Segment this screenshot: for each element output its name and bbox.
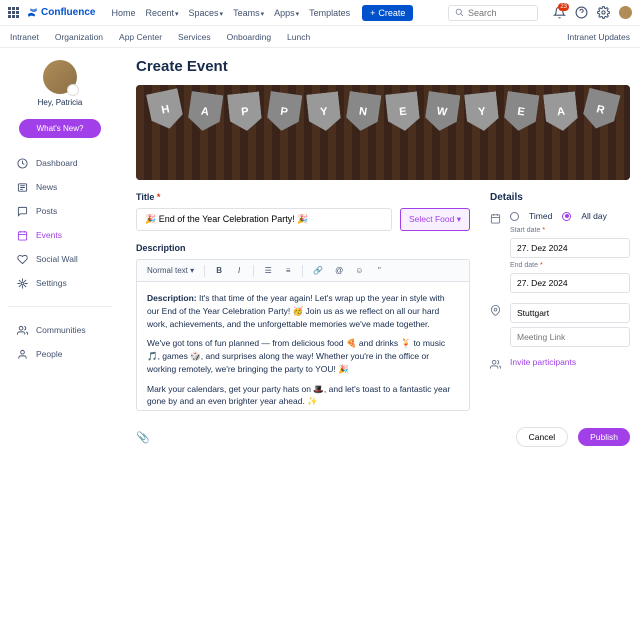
nav-teams[interactable]: Teams▾ [233,8,264,18]
subnav-intranet[interactable]: Intranet [10,32,39,42]
profile-avatar[interactable] [618,6,632,20]
nav-apps[interactable]: Apps▾ [274,8,299,18]
banner-flag: R [581,88,621,133]
subnav-services[interactable]: Services [178,32,211,42]
subnav-onboarding[interactable]: Onboarding [227,32,271,42]
start-date-input[interactable] [510,238,630,258]
participants-icon [490,359,502,371]
attachment-icon[interactable]: 📎 [136,431,150,444]
banner-flag: E [503,91,540,133]
subnav-organization[interactable]: Organization [55,32,103,42]
search-box[interactable] [448,5,538,21]
calendar-icon [490,213,502,225]
sub-nav: Intranet Organization App Center Service… [0,26,640,48]
timed-radio[interactable] [510,212,519,221]
invite-participants-link[interactable]: Invite participants [510,357,576,367]
italic-button[interactable]: I [233,264,245,277]
page-title: Create Event [136,58,630,75]
banner-flag: A [543,91,579,132]
subnav-lunch[interactable]: Lunch [287,32,310,42]
sidebar-item-posts[interactable]: Posts [8,200,112,222]
sidebar: Hey, Patricia What's New? Dashboard News… [0,48,120,623]
gear-icon[interactable] [596,6,610,20]
mention-button[interactable]: @ [333,264,345,277]
description-editor[interactable]: Description: It's that time of the year … [136,281,470,411]
nav-spaces[interactable]: Spaces▾ [189,8,224,18]
banner-flag: P [227,91,263,132]
sidebar-item-people[interactable]: People [8,343,112,365]
intranet-updates-link[interactable]: Intranet Updates [567,32,630,42]
search-icon [455,8,464,17]
banner-flag: H [146,88,185,132]
settings-icon [16,277,28,289]
communities-icon [16,324,28,336]
banner-flag: W [424,91,461,133]
numbered-list-button[interactable]: ≡ [282,264,294,277]
publish-button[interactable]: Publish [578,428,630,446]
help-icon[interactable] [574,6,588,20]
link-button[interactable]: 🔗 [311,264,325,277]
select-food-button[interactable]: Select Food ▾ [400,208,470,231]
main-content: Create Event HAPPYNEWYEAR Title * Select… [120,48,640,623]
confluence-logo[interactable]: Confluence [27,7,95,18]
events-icon [16,229,28,241]
chevron-down-icon: ▾ [457,214,461,224]
emoji-button[interactable]: ☺ [353,264,365,277]
cancel-button[interactable]: Cancel [516,427,568,447]
description-label: Description [136,243,470,253]
subnav-appcenter[interactable]: App Center [119,32,162,42]
title-label: Title * [136,192,470,202]
nav-recent[interactable]: Recent▾ [145,8,178,18]
create-button[interactable]: +Create [362,5,413,21]
banner-flag: A [187,91,224,133]
sidebar-item-dashboard[interactable]: Dashboard [8,152,112,174]
user-avatar[interactable] [43,60,77,94]
quote-button[interactable]: " [373,264,385,277]
top-bar: Confluence Home Recent▾ Spaces▾ Teams▾ A… [0,0,640,26]
sidebar-item-communities[interactable]: Communities [8,319,112,341]
whats-new-button[interactable]: What's New? [19,119,102,138]
bold-button[interactable]: B [213,264,225,277]
text-style-dropdown[interactable]: Normal text ▾ [145,264,196,277]
people-icon [16,348,28,360]
start-date-label: Start date * [510,227,630,234]
meeting-link-input[interactable] [510,327,630,347]
notifications-icon[interactable]: 23 [552,6,566,20]
banner-flag: N [345,91,382,133]
details-heading: Details [490,192,630,203]
nav-templates[interactable]: Templates [309,8,350,18]
nav-home[interactable]: Home [111,8,135,18]
sidebar-item-social[interactable]: Social Wall [8,248,112,270]
notification-badge: 23 [558,3,569,11]
app-switcher-icon[interactable] [8,7,19,18]
location-input[interactable] [510,303,630,323]
posts-icon [16,205,28,217]
end-date-input[interactable] [510,273,630,293]
form-footer: 📎 Cancel Publish [136,415,630,453]
primary-nav: Home Recent▾ Spaces▾ Teams▾ Apps▾ Templa… [111,8,350,18]
banner-flag: E [385,91,421,132]
sidebar-item-settings[interactable]: Settings [8,272,112,294]
news-icon [16,181,28,193]
social-icon [16,253,28,265]
sidebar-item-news[interactable]: News [8,176,112,198]
title-input[interactable] [136,208,392,231]
allday-radio[interactable] [562,212,571,221]
editor-toolbar: Normal text ▾ B I ☰ ≡ 🔗 @ ☺ " [136,259,470,281]
greeting-text: Hey, Patricia [38,98,83,107]
location-icon [490,305,502,317]
search-input[interactable] [468,8,528,18]
banner-flag: Y [464,91,500,132]
banner-flag: P [266,91,303,133]
sidebar-item-events[interactable]: Events [8,224,112,246]
end-date-label: End date * [510,262,630,269]
event-banner[interactable]: HAPPYNEWYEAR [136,85,630,180]
bulleted-list-button[interactable]: ☰ [262,264,274,277]
dashboard-icon [16,157,28,169]
banner-flag: Y [306,91,342,132]
